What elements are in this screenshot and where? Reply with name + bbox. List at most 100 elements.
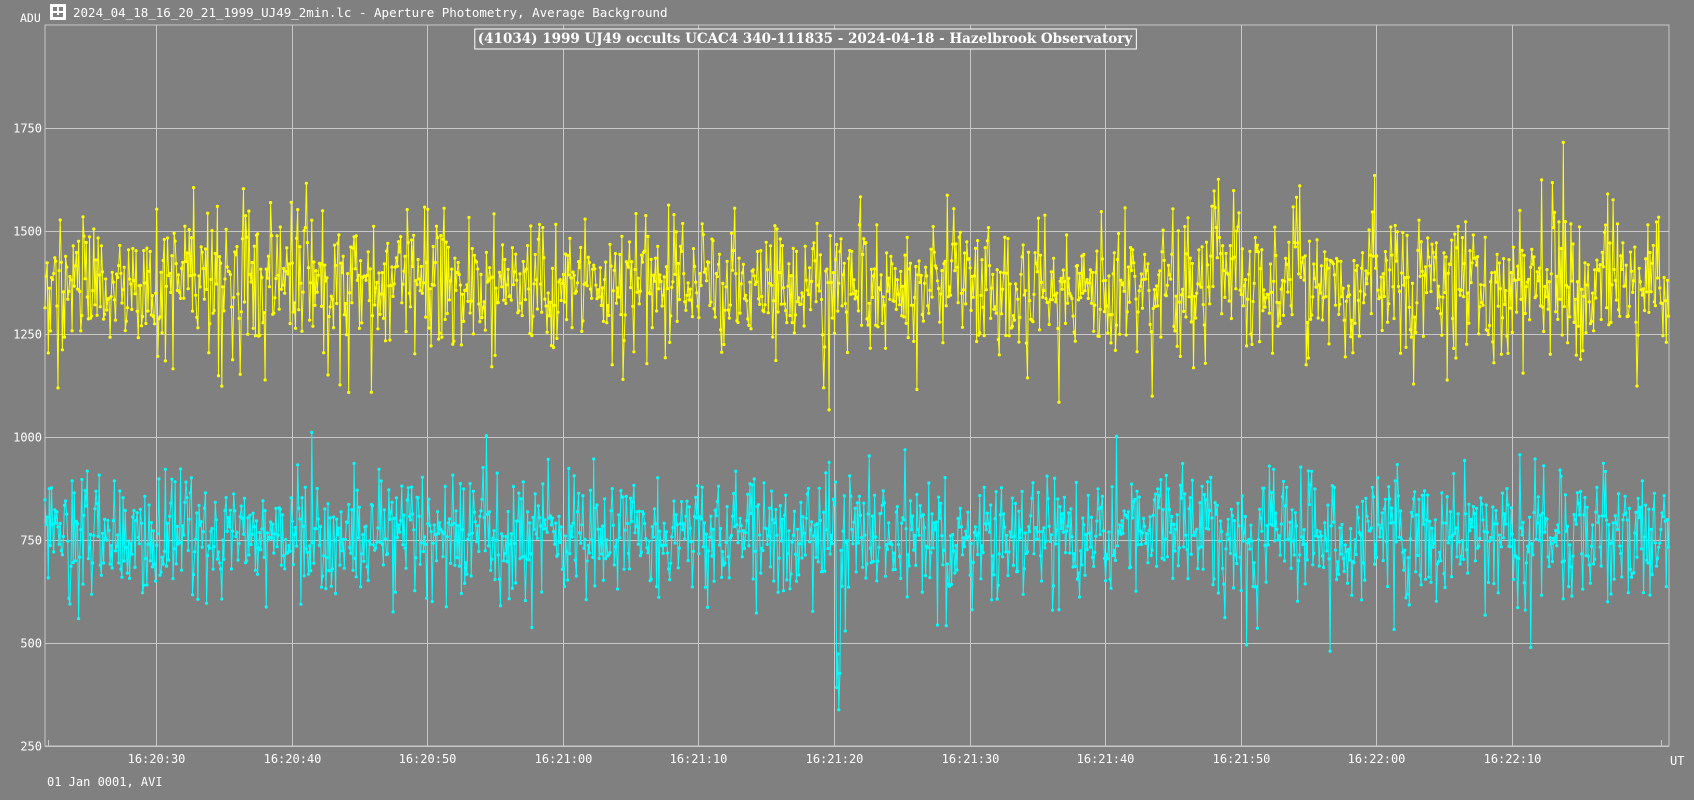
data-point <box>1360 266 1364 270</box>
data-point <box>1393 223 1397 228</box>
data-point <box>1169 530 1173 535</box>
data-point <box>287 262 291 266</box>
data-point <box>510 586 514 590</box>
data-point <box>343 537 347 542</box>
data-point <box>1374 266 1378 270</box>
data-point <box>1491 505 1495 509</box>
data-point <box>164 564 169 568</box>
data-point <box>75 287 80 291</box>
data-point <box>629 496 633 500</box>
data-point <box>676 261 680 266</box>
data-point <box>403 254 407 258</box>
data-point <box>1510 330 1514 334</box>
data-point <box>1337 312 1341 316</box>
data-point <box>762 310 766 314</box>
data-point <box>1250 539 1254 543</box>
data-point <box>1429 580 1433 584</box>
data-point <box>209 277 213 282</box>
data-point <box>603 278 607 282</box>
data-point <box>1374 542 1378 546</box>
data-point <box>1594 296 1598 300</box>
data-point <box>520 314 524 318</box>
data-point <box>699 517 703 521</box>
data-point <box>645 546 649 550</box>
data-point <box>787 262 791 266</box>
data-point <box>1610 283 1614 287</box>
data-point <box>1464 220 1468 224</box>
data-point <box>248 272 252 276</box>
data-point <box>964 302 968 306</box>
data-point <box>228 272 232 277</box>
data-point <box>714 271 718 276</box>
data-point <box>793 313 798 317</box>
data-point <box>1656 276 1660 280</box>
data-point <box>1292 240 1296 244</box>
data-point <box>1654 220 1659 224</box>
data-point <box>976 239 980 243</box>
data-point <box>1089 301 1094 305</box>
data-point <box>401 543 405 547</box>
data-point <box>1381 558 1385 563</box>
data-point <box>1046 497 1050 501</box>
data-point <box>181 260 185 264</box>
data-point <box>1400 271 1404 275</box>
data-point <box>215 557 219 561</box>
data-point <box>442 532 446 536</box>
data-point <box>446 245 450 249</box>
data-point <box>1628 567 1633 571</box>
data-point <box>260 527 264 531</box>
data-point <box>1442 251 1446 255</box>
data-point <box>439 234 443 238</box>
data-point <box>475 540 479 544</box>
data-point <box>1541 511 1545 515</box>
photometry-app-icon[interactable] <box>50 4 66 20</box>
data-point <box>507 597 511 601</box>
data-point <box>1588 581 1592 585</box>
data-point <box>1638 280 1642 284</box>
data-point <box>1258 507 1262 511</box>
data-point <box>478 514 482 519</box>
data-point <box>829 533 833 537</box>
data-point <box>1644 257 1648 261</box>
data-point <box>1259 516 1263 520</box>
data-point <box>704 532 709 536</box>
data-point <box>902 315 906 319</box>
data-point <box>504 301 508 305</box>
data-point <box>1234 553 1238 557</box>
data-point <box>701 233 705 237</box>
data-point <box>971 295 975 299</box>
data-point <box>896 542 901 547</box>
data-point <box>785 578 789 582</box>
data-point <box>1025 550 1030 554</box>
data-point <box>154 579 158 583</box>
data-point <box>1202 492 1206 497</box>
data-point <box>934 520 939 524</box>
data-point <box>250 532 254 537</box>
data-point <box>105 308 109 312</box>
data-point <box>1229 316 1233 321</box>
data-point <box>249 280 253 284</box>
data-point <box>616 286 620 290</box>
data-point <box>1636 496 1640 500</box>
data-point <box>745 519 749 523</box>
data-point <box>1455 246 1459 250</box>
x-tick-label: 16:22:10 <box>1484 752 1542 766</box>
data-point <box>1606 600 1610 604</box>
data-point <box>1434 599 1438 603</box>
data-point <box>1388 497 1392 501</box>
data-point <box>721 550 725 554</box>
data-point <box>116 275 120 280</box>
data-point <box>1054 300 1058 304</box>
data-point <box>493 577 497 582</box>
data-point <box>1626 314 1630 318</box>
data-point <box>581 494 585 498</box>
data-point <box>383 537 388 541</box>
data-point <box>1171 576 1175 581</box>
data-point <box>431 541 435 545</box>
data-point <box>47 286 51 290</box>
data-point <box>216 550 221 554</box>
data-point <box>772 579 776 583</box>
data-point <box>1348 558 1352 562</box>
data-point <box>1062 495 1066 499</box>
data-point <box>256 232 260 236</box>
